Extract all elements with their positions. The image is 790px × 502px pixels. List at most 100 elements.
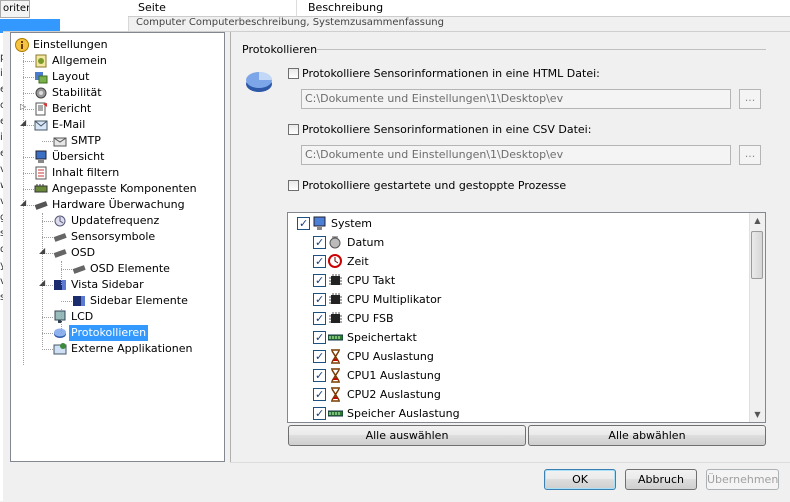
tree-item-label: Sensorsymbole [71,230,156,243]
tree-item-label: Inhalt filtern [52,166,120,179]
background-row: Computer Computerbeschreibung, Systemzus… [136,17,444,28]
date-icon [328,235,343,250]
sensor-list[interactable]: System Datum Zeit CPU Takt CPU Multiplikator… [287,212,766,423]
csv-log-checkbox[interactable] [288,124,299,135]
tree-guide-line [23,53,24,365]
sensor-checkbox[interactable] [313,309,326,328]
tree-expander-icon[interactable]: ◢ [20,199,27,207]
sensor-checkbox[interactable] [313,385,326,404]
tree-item-label: E-Mail [52,118,86,131]
select-all-button[interactable]: Alle auswählen [288,425,526,446]
deselect-all-button[interactable]: Alle abwählen [528,425,766,446]
csv-log-label: Protokolliere Sensorinformationen in ein… [302,123,592,136]
tree-item-label: Bericht [52,102,92,115]
panel-separator [230,32,231,462]
memory-icon [327,330,344,345]
smtp-icon [53,134,67,148]
tree-item-label: Vista Sidebar [71,278,144,291]
tree-expander-icon[interactable]: ◢ [39,247,46,255]
tree-item-label: OSD [71,246,96,259]
info-icon [15,38,29,52]
tree-expander-icon[interactable]: ◢ [20,119,27,127]
tree-item-label: OSD Elemente [90,262,170,275]
sidebar-elements-icon [72,294,86,308]
csv-path-field[interactable]: C:\Dokumente und Einstellungen\1\Desktop… [301,145,731,165]
tree-item-label: Sidebar Elemente [90,294,188,307]
footer-divider [230,462,790,463]
sensor-checkbox[interactable] [313,233,326,252]
html-log-checkbox[interactable] [288,68,299,79]
osd-elements-icon [72,262,86,276]
tree-item-label: Updatefrequenz [71,214,160,227]
process-log-checkbox[interactable] [288,180,299,191]
memory-icon [327,406,344,421]
sensor-icon [53,230,67,244]
tree-item-label: Stabilität [52,86,102,99]
tree-item-label: Hardware Überwachung [52,198,185,211]
tree-connector [42,349,53,350]
csv-browse-button[interactable]: ... [739,145,761,165]
html-path-field[interactable]: C:\Dokumente und Einstellungen\1\Desktop… [301,89,731,109]
report-icon [34,102,48,116]
tree-guide-line [61,261,62,285]
settings-tree[interactable]: Einstellungen Allgemein Layout Stabilität Be… [10,32,225,462]
tree-connector [42,333,53,334]
sensor-list-scrollbar[interactable]: ▲ ▼ [749,213,765,422]
sensor-checkbox[interactable] [313,366,326,385]
computer-icon [312,216,327,231]
tree-connector [42,141,53,142]
sensor-label: CPU FSB [347,312,394,325]
apply-button: Übernehmen [706,469,779,490]
hourglass-icon [328,387,343,402]
external-apps-icon [53,342,67,356]
general-settings-icon [34,54,48,68]
sensor-label: CPU2 Auslastung [347,388,441,401]
sensor-checkbox[interactable] [313,404,326,422]
sensor-checkbox[interactable] [313,271,326,290]
tree-connector [23,93,34,94]
overview-icon [34,150,48,164]
sensor-checkbox[interactable] [313,252,326,271]
sensor-checkbox[interactable] [313,328,326,347]
tree-connector [23,189,34,190]
logging-pie-icon [246,72,272,92]
tree-connector [23,61,34,62]
tree-item-label: Allgemein [52,54,107,67]
column-beschreibung[interactable]: Beschreibung [308,1,383,14]
scroll-up-arrow-icon[interactable]: ▲ [750,213,765,228]
scroll-thumb[interactable] [751,231,763,279]
sensor-label: CPU Takt [347,274,396,287]
cancel-button[interactable]: Abbruch [625,469,697,490]
sensor-checkbox[interactable] [313,290,326,309]
sensor-label: Datum [347,236,385,249]
vista-sidebar-icon [53,278,67,292]
background-tab: oriten [0,0,30,18]
tree-item-label: SMTP [71,134,101,147]
ok-button[interactable]: OK [544,469,616,490]
tree-connector [61,269,72,270]
cpu-icon [328,292,343,307]
tree-item-label: Angepasste Komponenten [52,182,197,195]
components-icon [34,182,48,196]
group-divider [316,49,766,50]
tree-guide-line [61,309,62,333]
logging-icon [53,326,67,340]
tree-item-label: LCD [71,310,94,323]
email-icon [34,118,48,132]
html-log-label: Protokolliere Sensorinformationen in ein… [302,67,600,80]
update-frequency-icon [53,214,67,228]
process-log-label: Protokolliere gestartete und gestoppte P… [302,179,567,192]
sensor-checkbox[interactable] [313,347,326,366]
tree-expander-icon[interactable]: ▷ [20,103,27,111]
background-column-header: Seite Beschreibung [128,0,790,17]
scroll-down-arrow-icon[interactable]: ▼ [750,407,765,422]
filter-icon [34,166,48,180]
tree-expander-icon[interactable]: ◢ [39,279,46,287]
sensor-checkbox[interactable] [297,214,310,233]
sensor-label: CPU Auslastung [347,350,434,363]
tree-item-label: Externe Applikationen [71,342,193,355]
tree-connector [42,237,53,238]
html-browse-button[interactable]: ... [739,89,761,109]
tree-connector [42,221,53,222]
column-seite[interactable]: Seite [138,1,166,14]
